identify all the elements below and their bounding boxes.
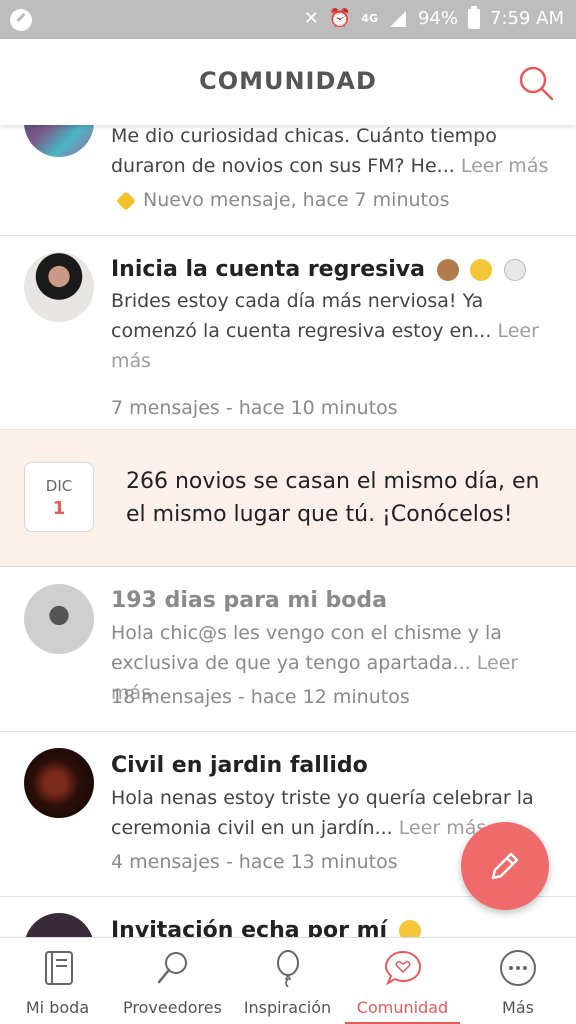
calendar-date-icon: DIC 1	[24, 462, 94, 532]
alarm-icon: ⏰	[328, 8, 352, 29]
avatar[interactable]	[24, 125, 94, 157]
banner-text: 266 novios se casan el mismo día, en el …	[126, 469, 540, 527]
community-feed[interactable]: Me dio curiosidad chicas. Cuánto tiempo …	[0, 125, 576, 937]
nav-comunidad[interactable]: Comunidad	[345, 938, 460, 1024]
avatar[interactable]	[24, 252, 94, 322]
nav-label: Más	[502, 998, 534, 1017]
post-meta: 7 mensajes - hace 10 minutos	[111, 397, 398, 419]
avatar[interactable]	[24, 748, 94, 818]
chat-heart-icon	[384, 950, 421, 986]
battery-icon	[468, 6, 480, 29]
more-dots-icon	[500, 950, 536, 986]
post-excerpt: Brides estoy cada día más nerviosa! Ya c…	[111, 290, 539, 372]
pencil-icon	[491, 852, 519, 880]
notebook-icon	[44, 951, 73, 985]
bottom-navigation: Mi boda Proveedores Inspiración Comunida…	[0, 937, 576, 1024]
nav-label: Proveedores	[123, 998, 222, 1017]
list-item[interactable]: Inicia la cuenta regresiva Brides estoy …	[0, 236, 576, 430]
nav-proveedores[interactable]: Proveedores	[115, 938, 230, 1024]
mute-icon: ✕	[303, 8, 319, 29]
nav-label: Mi boda	[25, 998, 90, 1017]
nav-label: Inspiración	[243, 998, 332, 1017]
post-title[interactable]: Invitación echa por mí	[111, 918, 421, 937]
calendar-day: 1	[52, 498, 66, 519]
list-item[interactable]: Me dio curiosidad chicas. Cuánto tiempo …	[0, 125, 576, 236]
list-item[interactable]: 193 dias para mi boda Hola chic@s les ve…	[0, 567, 576, 732]
nav-mi-boda[interactable]: Mi boda	[0, 938, 115, 1024]
see-no-evil-monkey-icon	[436, 259, 459, 281]
post-meta: 4 mensajes - hace 13 minutos	[111, 851, 398, 873]
avatar[interactable]	[24, 913, 94, 937]
post-excerpt: Me dio curiosidad chicas. Cuánto tiempo …	[111, 125, 549, 177]
heart-eyes-icon	[398, 920, 421, 937]
heart-eyes-icon	[470, 259, 493, 281]
bride-icon	[503, 259, 526, 281]
new-post-button[interactable]	[461, 822, 549, 910]
same-day-couples-banner[interactable]: DIC 1 266 novios se casan el mismo día, …	[0, 430, 576, 567]
status-icons: ✕ ⏰ 4G 94% 7:59 AM	[304, 6, 564, 32]
clock: 7:59 AM	[490, 8, 564, 29]
page-title: COMUNIDAD	[199, 67, 377, 95]
post-title[interactable]: Inicia la cuenta regresiva	[111, 257, 526, 282]
magnifier-icon	[157, 952, 187, 984]
calendar-month: DIC	[45, 477, 73, 495]
nav-mas[interactable]: Más	[460, 938, 576, 1024]
app-notification-icon	[10, 9, 32, 31]
read-more-link[interactable]: Leer más	[461, 155, 549, 177]
network-type: 4G	[361, 12, 378, 25]
app-header: COMUNIDAD	[0, 39, 576, 125]
search-icon[interactable]	[516, 63, 556, 103]
post-title[interactable]: Civil en jardin fallido	[111, 753, 368, 778]
status-bar: ✕ ⏰ 4G 94% 7:59 AM	[0, 0, 576, 39]
avatar[interactable]	[24, 584, 94, 654]
nav-label: Comunidad	[356, 998, 449, 1017]
post-meta: 18 mensajes - hace 12 minutos	[111, 686, 410, 708]
signal-icon	[389, 11, 406, 27]
new-message-icon	[116, 190, 136, 211]
nav-inspiracion[interactable]: Inspiración	[230, 938, 345, 1024]
post-meta: Nuevo mensaje, hace 7 minutos	[111, 189, 450, 211]
post-title[interactable]: 193 dias para mi boda	[111, 588, 387, 613]
battery-level: 94%	[417, 8, 458, 29]
balloon-icon	[276, 950, 299, 988]
